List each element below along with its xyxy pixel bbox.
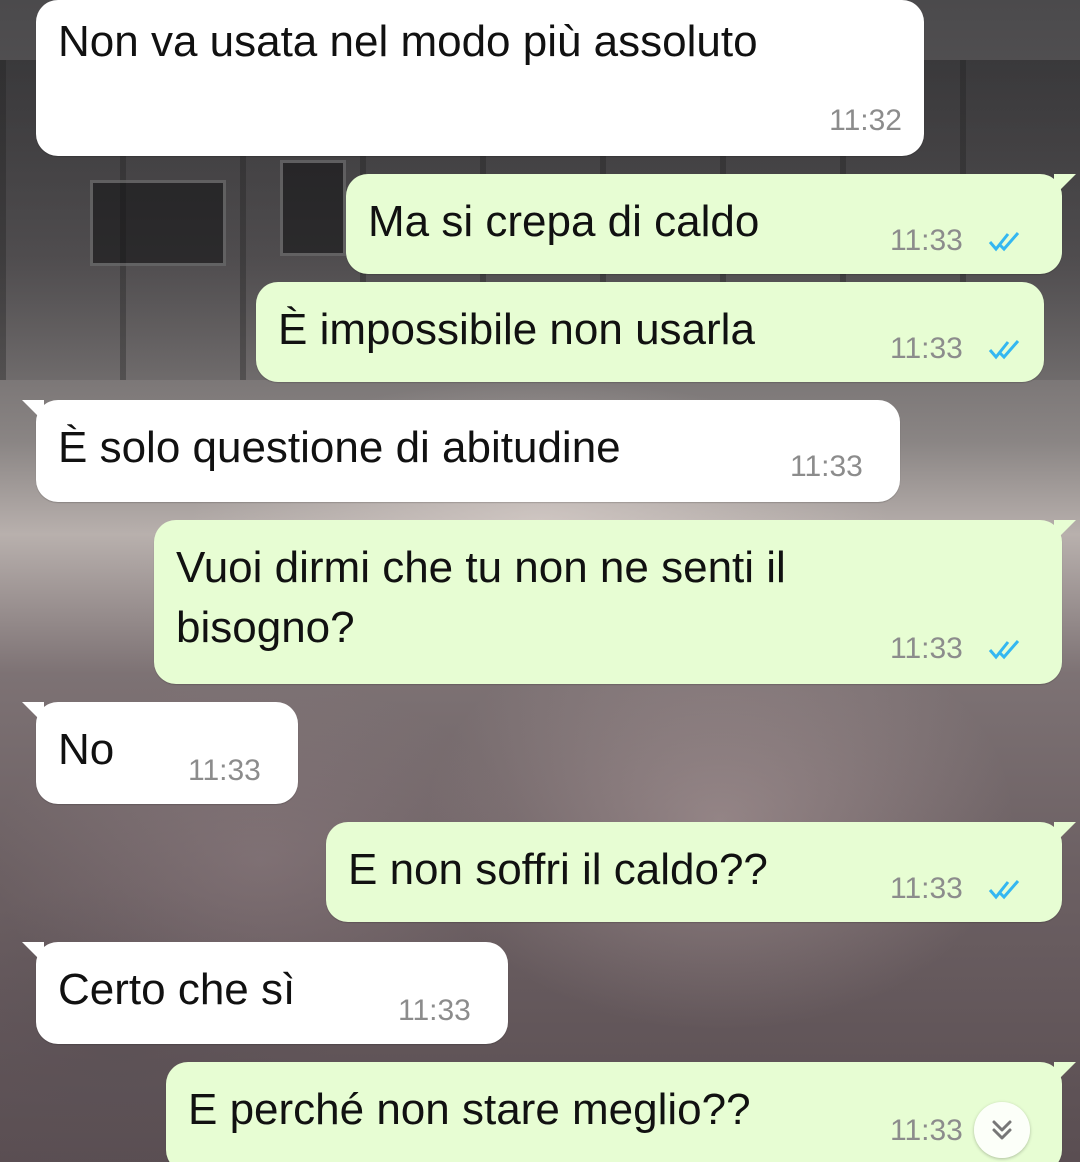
- bubble-tail: [1054, 1062, 1076, 1084]
- wallpaper-window: [90, 180, 226, 266]
- wallpaper-window: [280, 160, 346, 256]
- message-bubble-outgoing[interactable]: E perché non stare meglio?? 11:33: [166, 1062, 1076, 1162]
- message-time: 11:33: [790, 450, 863, 483]
- double-chevron-down-icon: [992, 1120, 1012, 1140]
- message-bubble-incoming[interactable]: Non va usata nel modo più assoluto 11:32: [36, 0, 924, 156]
- message-time: 11:33: [890, 1114, 963, 1147]
- message-bubble-outgoing[interactable]: E non soffri il caldo?? 11:33: [326, 822, 1076, 922]
- message-bubble-outgoing[interactable]: Vuoi dirmi che tu non ne senti il bisogn…: [154, 520, 1076, 684]
- message-bubble-outgoing[interactable]: Ma si crepa di caldo 11:33: [346, 174, 1076, 274]
- message-text: Non va usata nel modo più assoluto: [58, 17, 758, 66]
- message-bubble-incoming[interactable]: È solo questione di abitudine 11:33: [22, 400, 900, 502]
- read-ticks-icon: [988, 640, 1020, 660]
- message-text: Ma si crepa di caldo: [368, 197, 760, 246]
- message-time: 11:33: [188, 754, 261, 787]
- message-time: 11:33: [890, 872, 963, 905]
- message-text: E perché non stare meglio??: [188, 1085, 751, 1134]
- bubble-tail: [22, 400, 44, 422]
- message-bubble-incoming[interactable]: Certo che sì 11:33: [22, 942, 508, 1044]
- bubble-tail: [1054, 174, 1076, 196]
- message-bubble-outgoing[interactable]: È impossibile non usarla 11:33: [256, 282, 1044, 382]
- message-bubble-incoming[interactable]: No 11:33: [22, 702, 298, 804]
- bubble-tail: [22, 702, 44, 724]
- read-ticks-icon: [988, 232, 1020, 252]
- message-text: È impossibile non usarla: [278, 305, 755, 354]
- read-ticks-icon: [988, 340, 1020, 360]
- message-time: 11:33: [890, 224, 963, 257]
- scroll-to-bottom-button[interactable]: [974, 1102, 1030, 1158]
- bubble-tail: [22, 942, 44, 964]
- read-ticks-icon: [988, 880, 1020, 900]
- message-time: 11:33: [398, 994, 471, 1027]
- message-time: 11:33: [890, 632, 963, 665]
- message-text: E non soffri il caldo??: [348, 845, 768, 894]
- message-text-line: bisogno?: [176, 603, 355, 652]
- bubble-tail: [1054, 520, 1076, 542]
- message-text: È solo questione di abitudine: [58, 423, 621, 472]
- message-text: Certo che sì: [58, 965, 296, 1014]
- message-time: 11:33: [890, 332, 963, 365]
- message-text: No: [58, 725, 115, 774]
- bubble-tail: [1054, 822, 1076, 844]
- message-text-line: Vuoi dirmi che tu non ne senti il: [176, 543, 786, 592]
- message-time: 11:32: [829, 104, 902, 137]
